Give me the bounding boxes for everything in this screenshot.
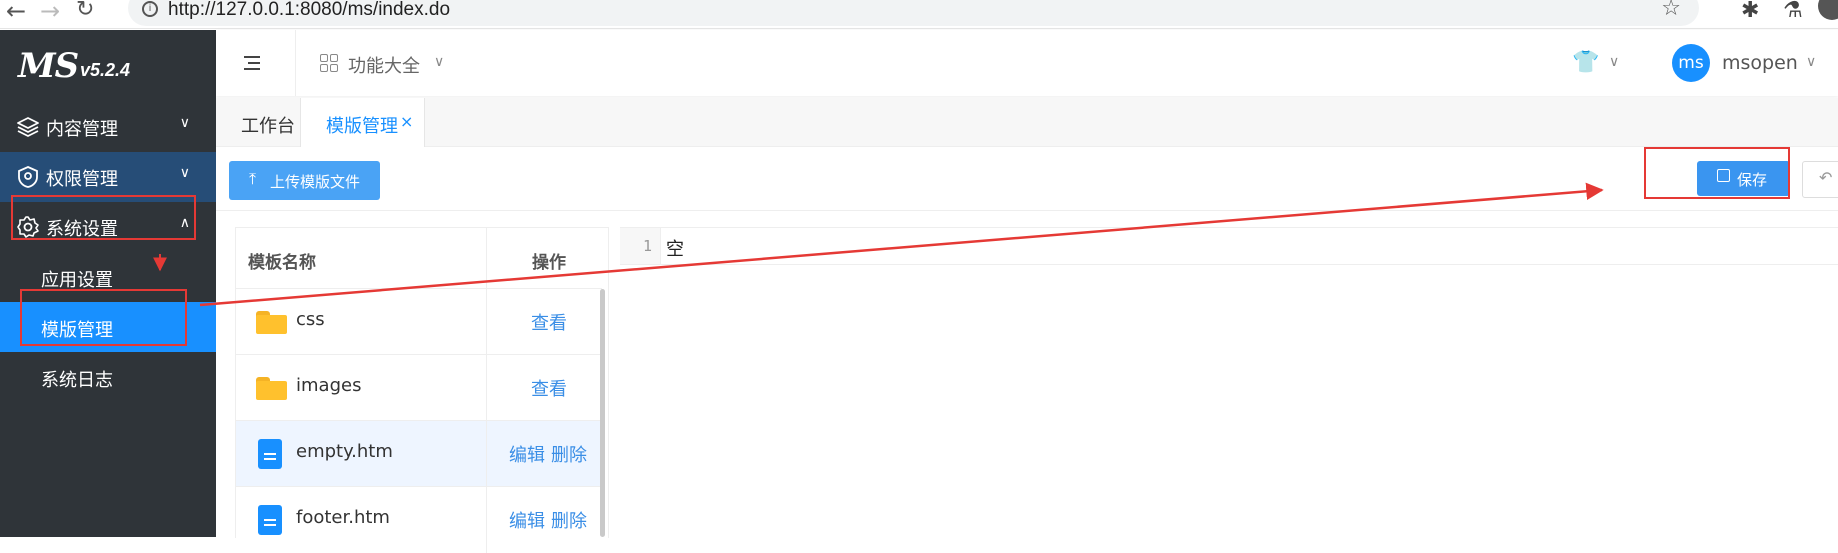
annotation-arrows xyxy=(153,182,1604,307)
annotation-arrow-to-save xyxy=(199,182,1604,307)
